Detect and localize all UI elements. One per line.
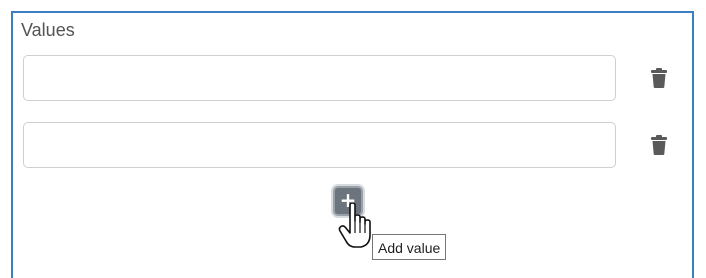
trash-icon [651,135,667,155]
delete-value-2-button[interactable] [646,129,672,161]
add-value-tooltip: Add value [372,234,447,260]
value-input-2[interactable] [23,122,616,168]
delete-value-1-button[interactable] [646,62,672,94]
value-input-1[interactable] [23,55,616,101]
trash-icon [651,68,667,88]
values-panel: Values + Add value [11,11,694,278]
values-label: Values [21,20,75,40]
add-value-button[interactable]: + [333,186,363,216]
plus-icon: + [339,188,357,212]
